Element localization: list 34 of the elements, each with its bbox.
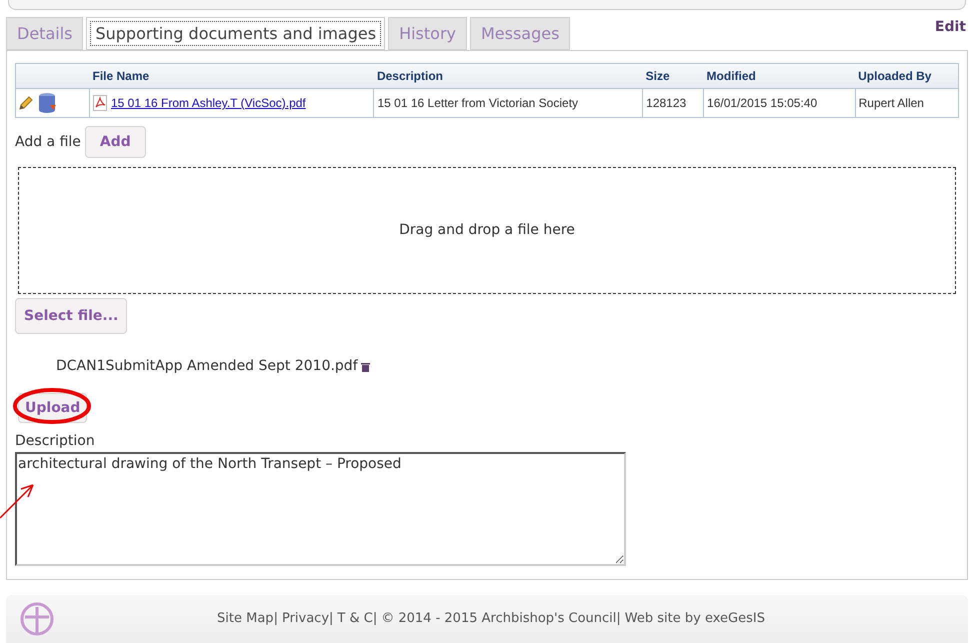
edit-link[interactable]: Edit: [934, 17, 966, 38]
separator: |: [329, 610, 334, 628]
trash-icon[interactable]: [360, 362, 370, 372]
add-button[interactable]: Add: [84, 126, 146, 158]
separator: |: [616, 610, 621, 628]
table-cell: 16/01/2015 15:05:40: [704, 88, 856, 118]
separator: |: [372, 610, 378, 628]
footer-link[interactable]: © 2014 - 2015 Archbishop's Council: [381, 609, 616, 629]
column-header: Description: [374, 64, 643, 88]
description-label: Description: [15, 432, 96, 451]
arrow-annotation: [0, 482, 36, 520]
pencil-icon[interactable]: [18, 95, 34, 111]
cross-logo: [20, 602, 54, 636]
table-cell: 128123: [642, 88, 704, 118]
pdf-icon: [93, 95, 107, 111]
drop-zone[interactable]: Drag and drop a file here: [18, 167, 956, 294]
file-name: DCAN1SubmitApp Amended Sept 2010.pdf: [56, 357, 358, 376]
select-file-button[interactable]: Select file...: [15, 298, 128, 334]
separator: |: [274, 610, 278, 628]
table-cell: 15 01 16 Letter from Victorian Society: [374, 88, 643, 118]
column-header: Uploaded By: [855, 64, 958, 88]
column-header: Modified: [704, 64, 856, 88]
database-icon[interactable]: [38, 92, 58, 114]
footer-link[interactable]: Privacy: [282, 609, 330, 629]
column-header: Size: [642, 64, 704, 88]
footer-link[interactable]: T & C: [337, 609, 373, 629]
file-link[interactable]: 15 01 16 From Ashley.T (VicSoc).pdf: [111, 94, 306, 112]
description-field[interactable]: architectural drawing of the North Transept – Proposed: [15, 452, 626, 566]
tab[interactable]: Supporting documents and images: [86, 17, 386, 50]
add-file-label: Add a file: [15, 132, 81, 152]
column-header: File Name: [90, 64, 374, 88]
footer-link[interactable]: Web site by exeGesIS: [624, 609, 765, 629]
table-cell: Rupert Allen: [855, 88, 958, 118]
footer-link[interactable]: Site Map: [217, 609, 274, 629]
